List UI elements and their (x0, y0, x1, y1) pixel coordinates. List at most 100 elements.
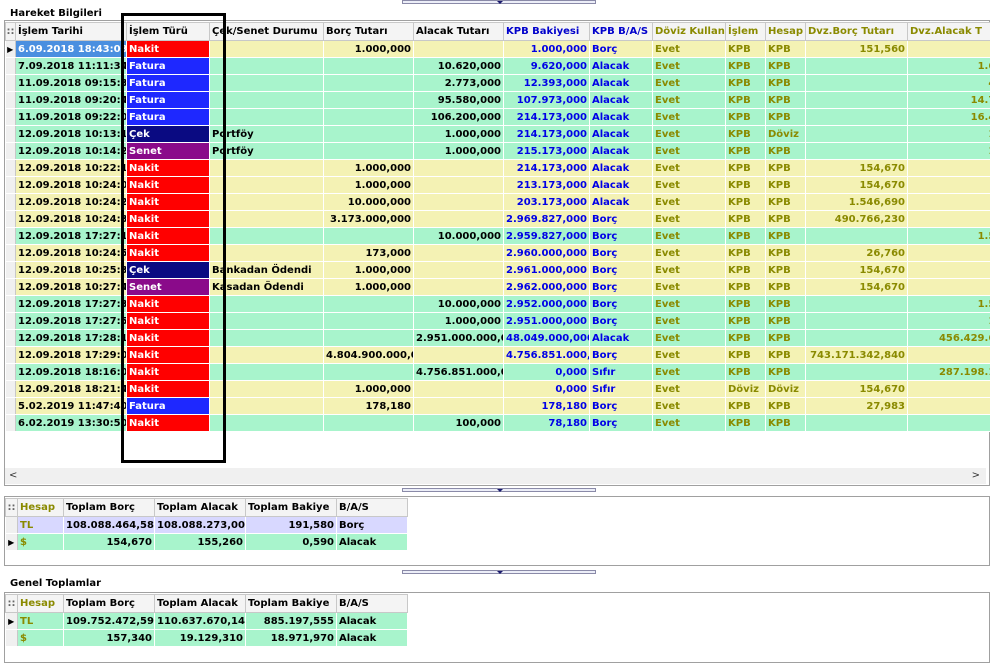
table-row[interactable]: 11.09.2018 09:22:06 Fatura 106.200,000 214.… (5, 108, 990, 126)
cell-alacak-tutari[interactable]: 1.000,000 (413, 125, 504, 143)
cell-islem-turu[interactable]: Fatura (126, 397, 210, 415)
cell-dvz-borc-tutari[interactable]: 154,670 (805, 380, 908, 398)
cell-doviz-kullan[interactable]: Evet (652, 176, 726, 194)
cell-islem-tarihi[interactable]: 5.02.2019 11:47:40 (15, 397, 127, 415)
col-header-hesap[interactable]: Hesap (17, 498, 64, 517)
cell-dvz-borc-tutari[interactable]: 27,983 (805, 397, 908, 415)
cell-cek-senet-durumu[interactable] (209, 176, 324, 194)
col-header-toplam-alacak[interactable]: Toplam Alacak (154, 594, 246, 613)
cell-hesap[interactable]: KPB (765, 210, 806, 228)
cell-cek-senet-durumu[interactable] (209, 57, 324, 75)
cell-dvz-borc-tutari[interactable]: 26,760 (805, 244, 908, 262)
row-indicator[interactable] (5, 74, 16, 92)
cell-islem-turu[interactable]: Fatura (126, 91, 210, 109)
cell-islem[interactable]: KPB (725, 244, 766, 262)
cell-borc-tutari[interactable] (323, 363, 414, 381)
col-header-borc-tutari[interactable]: Borç Tutarı (323, 22, 414, 41)
cell-kpb-bas[interactable]: Alacak (589, 108, 653, 126)
cell-doviz-kullan[interactable]: Evet (652, 142, 726, 160)
cell-hesap[interactable]: KPB (765, 261, 806, 279)
cell-islem[interactable]: KPB (725, 142, 766, 160)
cell-dvz-borc-tutari[interactable] (805, 108, 908, 126)
cell-kpb-bas[interactable]: Sıfır (589, 363, 653, 381)
splitter-grip[interactable] (402, 0, 596, 4)
row-indicator[interactable] (5, 261, 16, 279)
cell-hesap[interactable]: KPB (765, 329, 806, 347)
cell-cek-senet-durumu[interactable]: Bankadan Ödendi (209, 261, 324, 279)
cell-islem-tarihi[interactable]: 6.09.2018 18:43:03 (15, 40, 127, 58)
cell-hesap[interactable]: KPB (765, 312, 806, 330)
cell-borc-tutari[interactable]: 10.000,000 (323, 193, 414, 211)
cell-borc-tutari[interactable]: 4.804.900.000,000 (323, 346, 414, 364)
table-row[interactable]: 12.09.2018 17:29:04Nakit 4.804.900.000,00… (5, 346, 990, 364)
row-indicator[interactable] (5, 329, 16, 347)
cell-borc-tutari[interactable]: 1.000,000 (323, 278, 414, 296)
cell-kpb-bas[interactable]: Alacak (589, 159, 653, 177)
row-indicator[interactable] (5, 176, 16, 194)
cell-kpb-bakiyesi[interactable]: 215.173,000 (503, 142, 590, 160)
table-row[interactable]: 12.09.2018 17:27:32 Nakit 10.000,000 2.952.… (5, 295, 990, 313)
cell-kpb-bas[interactable]: Borç (589, 210, 653, 228)
cell-cek-senet-durumu[interactable] (209, 414, 324, 432)
cell-dvz-alacak-tutari[interactable] (907, 244, 990, 262)
row-indicator[interactable] (5, 397, 16, 415)
cell-hesap[interactable]: TL (17, 612, 64, 630)
row-indicator[interactable] (5, 295, 16, 313)
cell-dvz-borc-tutari[interactable]: 1.546,690 (805, 193, 908, 211)
cell-dvz-alacak-tutari[interactable]: 1.546, (907, 227, 990, 245)
cell-alacak-tutari[interactable]: 10.000,000 (413, 295, 504, 313)
cell-islem[interactable]: KPB (725, 159, 766, 177)
cell-toplam-alacak[interactable]: 108.088.273,000 (154, 516, 246, 534)
cell-dvz-alacak-tutari[interactable]: 1.604, (907, 57, 990, 75)
cell-islem[interactable]: KPB (725, 210, 766, 228)
middle-splitter[interactable] (0, 488, 990, 494)
cell-doviz-kullan[interactable]: Evet (652, 108, 726, 126)
cell-alacak-tutari[interactable] (413, 380, 504, 398)
cell-islem[interactable]: KPB (725, 125, 766, 143)
row-indicator[interactable] (5, 516, 18, 534)
cell-doviz-kullan[interactable]: Evet (652, 397, 726, 415)
cell-hesap[interactable]: KPB (765, 278, 806, 296)
cell-hesap[interactable]: Döviz (765, 380, 806, 398)
cell-kpb-bakiyesi[interactable]: 2.960.000,000 (503, 244, 590, 262)
cell-islem-turu[interactable]: Nakit (126, 363, 210, 381)
cell-islem[interactable]: KPB (725, 278, 766, 296)
cell-toplam-alacak[interactable]: 19.129,310 (154, 629, 246, 647)
grid-corner[interactable]: :: (5, 22, 16, 41)
cell-cek-senet-durumu[interactable] (209, 91, 324, 109)
cell-kpb-bakiyesi[interactable]: 2.969.827,000 (503, 210, 590, 228)
cell-dvz-alacak-tutari[interactable] (907, 261, 990, 279)
cell-hesap[interactable]: KPB (765, 397, 806, 415)
cell-doviz-kullan[interactable]: Evet (652, 193, 726, 211)
cell-kpb-bas[interactable]: Alacak (589, 74, 653, 92)
cell-islem-turu[interactable]: Nakit (126, 176, 210, 194)
cell-cek-senet-durumu[interactable]: Portföy (209, 125, 324, 143)
lower-splitter[interactable] (0, 570, 990, 576)
col-header-doviz-kullan[interactable]: Döviz Kullan (652, 22, 726, 41)
table-row[interactable]: TL 108.088.464,580 108.088.273,000 191,580 B… (5, 516, 408, 534)
cell-kpb-bakiyesi[interactable]: 1.000,000 (503, 40, 590, 58)
grid-corner[interactable]: :: (5, 498, 18, 517)
cell-islem[interactable]: KPB (725, 91, 766, 109)
cell-kpb-bakiyesi[interactable]: 4.756.851.000,000 (503, 346, 590, 364)
cell-kpb-bas[interactable]: Borç (589, 40, 653, 58)
cell-dvz-alacak-tutari[interactable] (907, 397, 990, 415)
cell-kpb-bakiyesi[interactable]: 12.393,000 (503, 74, 590, 92)
table-row[interactable]: 11.09.2018 09:20:45 Fatura 95.580,000 107.9… (5, 91, 990, 109)
cell-kpb-bas[interactable]: Borç (589, 346, 653, 364)
cell-cek-senet-durumu[interactable] (209, 295, 324, 313)
cell-doviz-kullan[interactable]: Evet (652, 57, 726, 75)
cell-cek-senet-durumu[interactable] (209, 329, 324, 347)
cell-islem-turu[interactable]: Fatura (126, 108, 210, 126)
cell-dvz-alacak-tutari[interactable] (907, 380, 990, 398)
cell-dvz-alacak-tutari[interactable]: 1.546, (907, 295, 990, 313)
cell-islem-tarihi[interactable]: 12.09.2018 17:27:55 (15, 312, 127, 330)
cell-borc-tutari[interactable]: 1.000,000 (323, 176, 414, 194)
cell-islem-tarihi[interactable]: 12.09.2018 17:27:32 (15, 295, 127, 313)
splitter-grip[interactable] (402, 570, 596, 574)
cell-islem[interactable]: KPB (725, 227, 766, 245)
cell-islem-tarihi[interactable]: 6.02.2019 13:30:50 (15, 414, 127, 432)
row-indicator[interactable] (5, 210, 16, 228)
cell-doviz-kullan[interactable]: Evet (652, 227, 726, 245)
cell-dvz-borc-tutari[interactable] (805, 57, 908, 75)
